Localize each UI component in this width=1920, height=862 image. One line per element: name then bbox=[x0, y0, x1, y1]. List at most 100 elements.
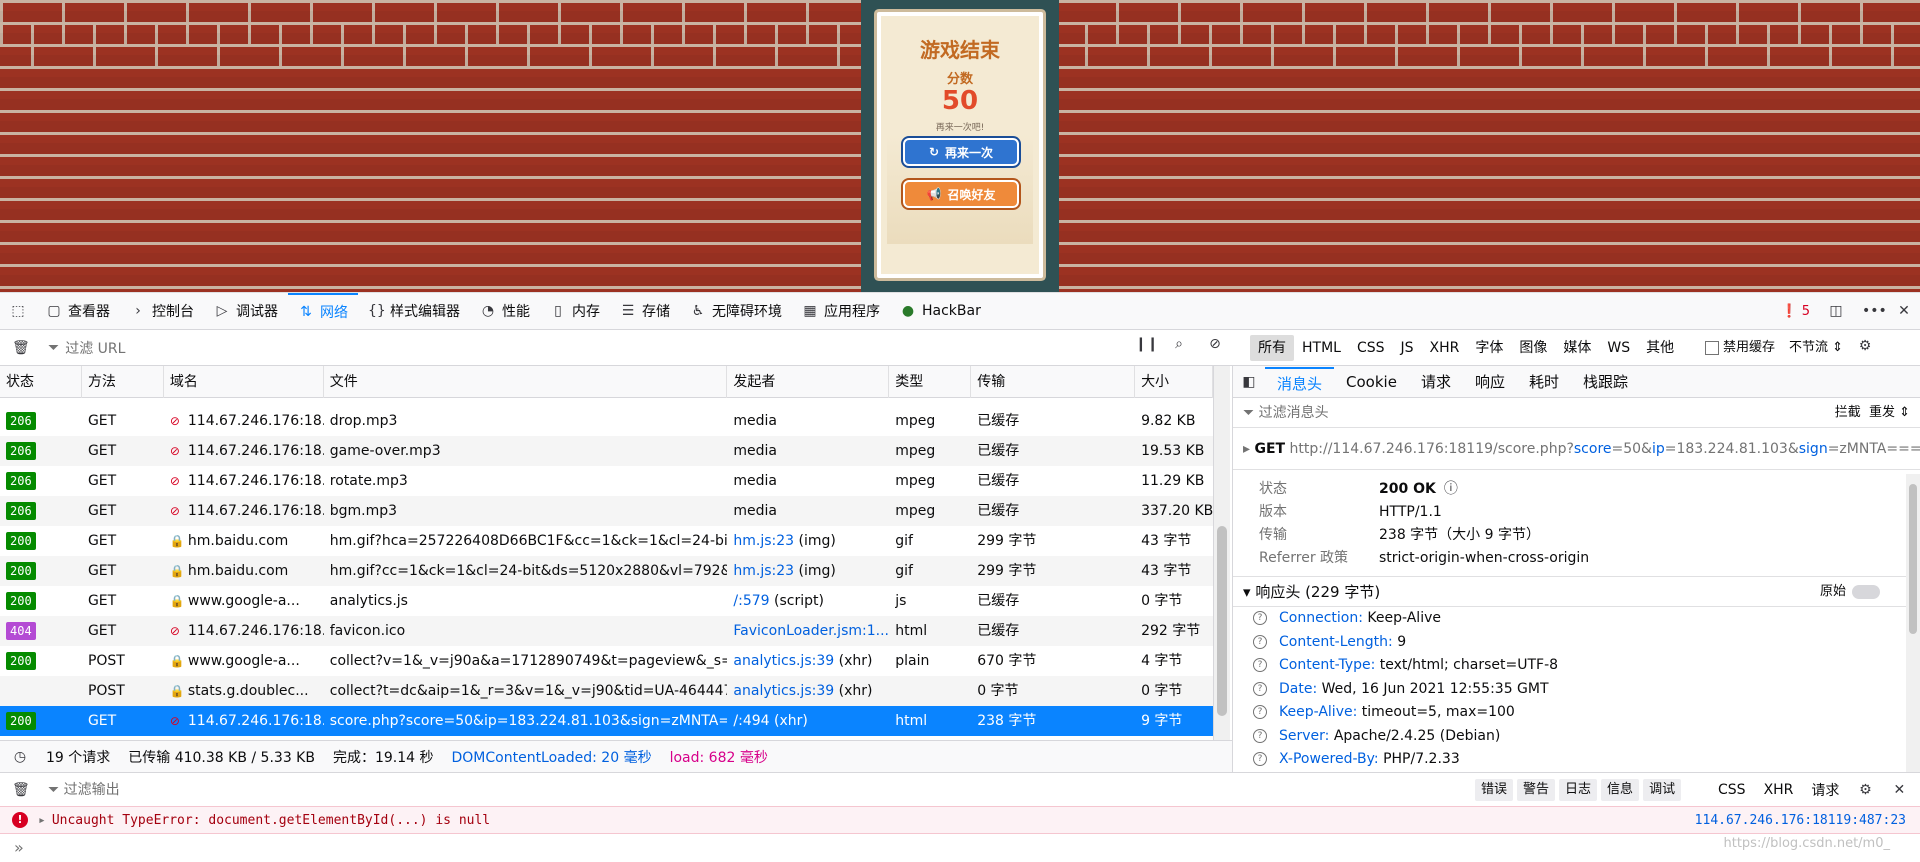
help-icon[interactable]: ? bbox=[1253, 634, 1267, 649]
table-scrollbar[interactable] bbox=[1214, 366, 1230, 740]
table-row[interactable]: 200 GET 🔒 hm.baidu.com hm.gif?cc=1&ck=1&cl=2… bbox=[0, 556, 1213, 586]
help-icon[interactable]: ? bbox=[1253, 611, 1267, 625]
console-filter-css[interactable]: CSS bbox=[1718, 782, 1746, 798]
invite-friends-button[interactable]: 📢 召唤好友 bbox=[903, 180, 1019, 208]
tab-console[interactable]: › 控制台 bbox=[120, 293, 204, 329]
console-filter-requests[interactable]: 请求 bbox=[1811, 780, 1839, 800]
col-file[interactable]: 文件 bbox=[324, 366, 728, 398]
gear-icon[interactable]: ⚙ bbox=[1857, 338, 1873, 354]
tab-memory[interactable]: ▯ 内存 bbox=[540, 293, 610, 329]
table-row[interactable]: 206 GET ⊘ 114.67.246.176:18... bgm.mp3 media m… bbox=[0, 496, 1213, 526]
timer-icon[interactable]: ◷ bbox=[12, 749, 28, 765]
help-icon[interactable]: ⓘ bbox=[1444, 478, 1458, 501]
trash-icon[interactable]: 🗑 bbox=[12, 782, 30, 798]
response-header-row[interactable]: ? Date: Wed, 16 Jun 2021 12:55:35 GMT bbox=[1233, 678, 1920, 702]
toggle-sidebar-icon[interactable]: ◧ bbox=[1241, 374, 1257, 390]
tab-hackbar[interactable]: ● HackBar bbox=[890, 293, 991, 329]
initiator-link[interactable]: hm.js:23 bbox=[733, 533, 794, 549]
response-header-row[interactable]: ? Keep-Alive: timeout=5, max=100 bbox=[1233, 701, 1920, 725]
close-icon[interactable]: ✕ bbox=[1896, 303, 1912, 319]
url-filter-input[interactable]: ⏷ 过滤 URL bbox=[48, 336, 1118, 360]
filter-ws[interactable]: WS bbox=[1599, 335, 1638, 361]
search-icon[interactable]: ⌕ bbox=[1171, 336, 1187, 352]
detail-scrollbar[interactable] bbox=[1906, 474, 1920, 772]
level-logs[interactable]: 日志 bbox=[1559, 779, 1598, 801]
filter-media[interactable]: 媒体 bbox=[1555, 335, 1599, 361]
col-status[interactable]: 状态 bbox=[0, 366, 82, 398]
dock-icon[interactable]: ◫ bbox=[1828, 303, 1844, 319]
initiator-link[interactable]: hm.js:23 bbox=[733, 563, 794, 579]
raw-toggle[interactable]: 原始 bbox=[1820, 577, 1880, 607]
initiator-link[interactable]: analytics.js:39 bbox=[733, 683, 834, 699]
error-location-link[interactable]: 114.67.246.176:18119:487:23 bbox=[1695, 813, 1906, 828]
close-icon[interactable]: ✕ bbox=[1891, 782, 1907, 798]
filter-images[interactable]: 图像 bbox=[1511, 335, 1555, 361]
tab-headers[interactable]: 消息头 bbox=[1265, 366, 1335, 397]
col-method[interactable]: 方法 bbox=[82, 366, 164, 398]
tab-request[interactable]: 请求 bbox=[1409, 367, 1463, 397]
table-row[interactable]: 200 GET ⊘ 114.67.246.176:18... score.php?sco… bbox=[0, 706, 1213, 736]
resend-button[interactable]: 重发 ⇕ bbox=[1869, 405, 1910, 420]
level-debug[interactable]: 调试 bbox=[1643, 779, 1682, 801]
console-input-prompt[interactable]: » bbox=[0, 834, 1920, 862]
response-header-row[interactable]: ? Content-Length: 9 bbox=[1233, 631, 1920, 655]
help-icon[interactable]: ? bbox=[1253, 705, 1267, 719]
tab-response[interactable]: 响应 bbox=[1463, 367, 1517, 397]
retry-button[interactable]: ↻ 再来一次 bbox=[903, 138, 1019, 166]
table-row[interactable]: 200 POST 🔒 www.google-a... collect?v=1&_v=j9… bbox=[0, 646, 1213, 676]
help-icon[interactable]: ? bbox=[1253, 681, 1267, 696]
table-row[interactable]: POST 🔒 stats.g.doublec... collect?t=dc&aip=… bbox=[0, 676, 1213, 706]
disable-cache-checkbox[interactable]: 禁用缓存 bbox=[1705, 336, 1775, 355]
tab-inspector[interactable]: ▢ 查看器 bbox=[36, 293, 120, 329]
tab-network[interactable]: ⇅ 网络 bbox=[288, 293, 358, 329]
help-icon[interactable]: ? bbox=[1253, 752, 1267, 766]
filter-fonts[interactable]: 字体 bbox=[1467, 335, 1511, 361]
expand-chevron-icon[interactable]: ▸ bbox=[38, 813, 46, 828]
table-row[interactable]: 206 GET ⊘ 114.67.246.176:18... drop.mp3 media… bbox=[0, 406, 1213, 436]
initiator-link[interactable]: analytics.js:39 bbox=[733, 653, 834, 669]
filter-css[interactable]: CSS bbox=[1349, 335, 1393, 361]
console-filter-xhr[interactable]: XHR bbox=[1764, 782, 1794, 798]
initiator-link[interactable]: /:494 bbox=[733, 713, 769, 729]
headers-filter-input[interactable]: ⏷ 过滤消息头 拦截 重发 ⇕ bbox=[1233, 398, 1920, 428]
filter-xhr[interactable]: XHR bbox=[1422, 335, 1468, 361]
initiator-link[interactable]: FaviconLoader.jsm:1... bbox=[733, 623, 889, 639]
pause-icon[interactable]: ❙❙ bbox=[1135, 336, 1158, 352]
error-count-badge[interactable]: ❗ 5 bbox=[1781, 304, 1810, 319]
table-row[interactable]: 206 GET ⊘ 114.67.246.176:18... rotate.mp3 med… bbox=[0, 466, 1213, 496]
scroll-thumb[interactable] bbox=[1217, 526, 1227, 716]
filter-js[interactable]: JS bbox=[1393, 335, 1422, 361]
tab-accessibility[interactable]: ♿ 无障碍环境 bbox=[680, 293, 792, 329]
response-header-row[interactable]: ? Content-Type: text/html; charset=UTF-8 bbox=[1233, 654, 1920, 678]
table-row[interactable]: 200 GET 🔒 www.google-a... analytics.js /:579 … bbox=[0, 586, 1213, 616]
tab-storage[interactable]: ☰ 存储 bbox=[610, 293, 680, 329]
tab-stack-trace[interactable]: 栈跟踪 bbox=[1571, 367, 1640, 397]
tab-performance[interactable]: ◔ 性能 bbox=[470, 293, 540, 329]
request-url-line[interactable]: ▸ GET http://114.67.246.176:18119/score.… bbox=[1233, 428, 1920, 470]
tab-application[interactable]: ▦ 应用程序 bbox=[792, 293, 890, 329]
element-picker-button[interactable]: ⬚ bbox=[0, 293, 36, 329]
gear-icon[interactable]: ⚙ bbox=[1857, 782, 1873, 798]
scroll-thumb[interactable] bbox=[1909, 484, 1917, 634]
filter-all[interactable]: 所有 bbox=[1250, 335, 1294, 361]
filter-html[interactable]: HTML bbox=[1294, 335, 1349, 361]
block-icon[interactable]: ⊘ bbox=[1207, 336, 1223, 352]
help-icon[interactable]: ? bbox=[1253, 658, 1267, 672]
tab-cookies[interactable]: Cookie bbox=[1334, 367, 1409, 397]
response-header-row[interactable]: ? Connection: Keep-Alive bbox=[1233, 607, 1920, 631]
filter-other[interactable]: 其他 bbox=[1638, 335, 1682, 361]
level-warnings[interactable]: 警告 bbox=[1517, 779, 1556, 801]
initiator-link[interactable]: /:579 bbox=[733, 593, 769, 609]
throttle-select[interactable]: 不节流 ⇕ bbox=[1789, 336, 1843, 355]
tab-debugger[interactable]: ▷ 调试器 bbox=[204, 293, 288, 329]
console-filter-input[interactable]: ⏷ 过滤输出 bbox=[48, 773, 120, 807]
table-row[interactable]: 206 GET ⊘ 114.67.246.176:18... game-over.mp3… bbox=[0, 436, 1213, 466]
response-header-row[interactable]: ? X-Powered-By: PHP/7.2.33 bbox=[1233, 748, 1920, 772]
response-headers-section[interactable]: ▾ 响应头 (229 字节) 原始 bbox=[1233, 577, 1920, 607]
block-button[interactable]: 拦截 bbox=[1835, 405, 1861, 420]
col-transferred[interactable]: 传输 bbox=[971, 366, 1136, 398]
tab-style-editor[interactable]: {} 样式编辑器 bbox=[358, 293, 470, 329]
console-error-message[interactable]: ! ▸ Uncaught TypeError: document.getElem… bbox=[0, 806, 1920, 834]
col-type[interactable]: 类型 bbox=[889, 366, 972, 398]
level-info[interactable]: 信息 bbox=[1601, 779, 1640, 801]
